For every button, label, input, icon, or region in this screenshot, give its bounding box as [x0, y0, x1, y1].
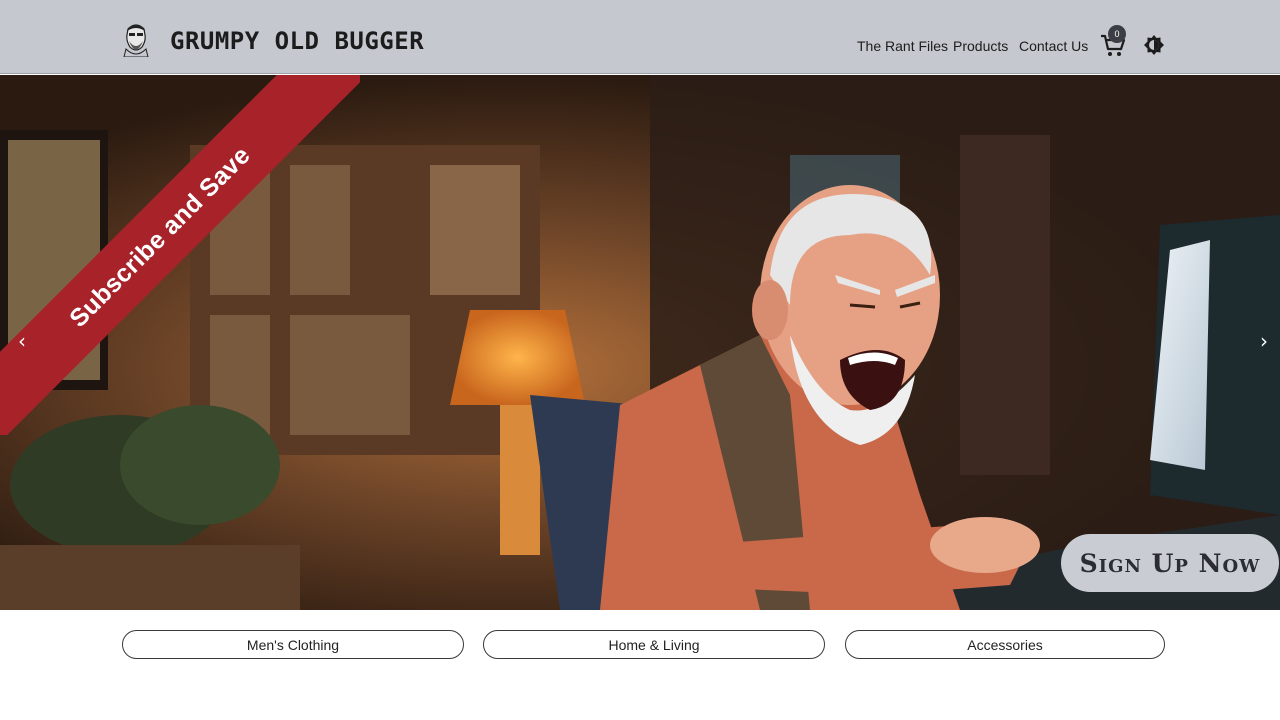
logo-link[interactable]: GRUMPY OLD BUGGER — [120, 24, 425, 57]
sign-up-button[interactable]: Sign Up Now — [1061, 534, 1279, 592]
site-header: GRUMPY OLD BUGGER The Rant Files Product… — [0, 0, 1280, 74]
category-mens-clothing[interactable]: Men's Clothing — [122, 630, 464, 659]
brightness-icon[interactable] — [1143, 34, 1165, 56]
nav-link-contact-us[interactable]: Contact Us — [1019, 38, 1088, 54]
sign-up-label: Sign Up Now — [1079, 548, 1261, 578]
nav-link-products[interactable]: Products — [953, 38, 1008, 54]
category-home-living[interactable]: Home & Living — [483, 630, 825, 659]
ribbon-text: Subscribe and Save — [63, 140, 256, 333]
cart-count-badge: 0 — [1108, 25, 1126, 43]
grumpy-face-logo-icon — [123, 24, 149, 57]
nav-link-rant-files[interactable]: The Rant Files — [857, 38, 948, 54]
hero-carousel: Subscribe and Save ‹ › Sign Up Now — [0, 75, 1280, 610]
carousel-prev-icon[interactable]: ‹ — [10, 329, 34, 353]
site-title: GRUMPY OLD BUGGER — [170, 27, 425, 55]
category-accessories[interactable]: Accessories — [845, 630, 1165, 659]
subscribe-ribbon[interactable]: Subscribe and Save — [0, 75, 360, 435]
carousel-next-icon[interactable]: › — [1252, 329, 1276, 353]
